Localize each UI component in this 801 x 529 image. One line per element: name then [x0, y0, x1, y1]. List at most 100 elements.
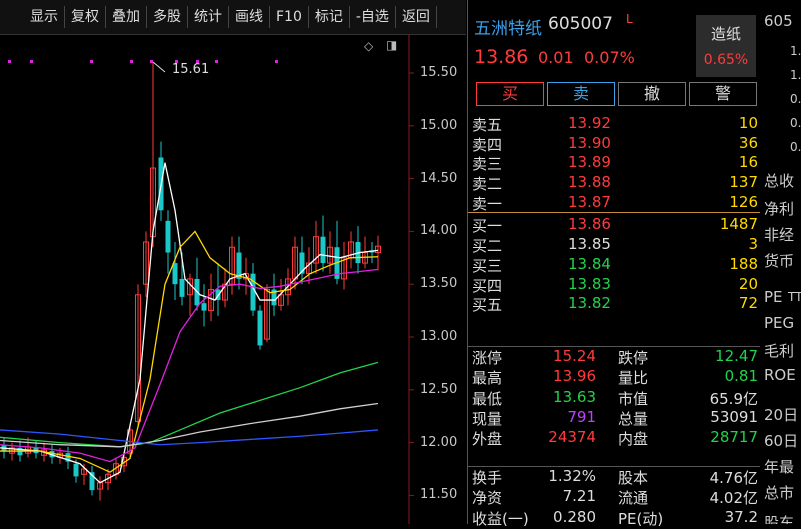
stat-label: 最高 — [472, 369, 503, 388]
extra-pe-suffix: TT — [788, 290, 801, 304]
candle-body — [172, 263, 178, 285]
extra-label: 20日 — [764, 406, 799, 424]
toolbar-btn-0[interactable]: 显示 — [24, 6, 65, 28]
toolbar-btn-6[interactable]: F10 — [270, 6, 309, 28]
stat-row: 换手 1.32% 股本 4.76亿 — [468, 467, 760, 487]
stat-label: 外盘 — [472, 430, 503, 449]
y-axis-label: 15.50 — [420, 65, 458, 80]
order-volume: 1487 — [719, 215, 758, 234]
order-price: 13.86 — [568, 215, 611, 234]
stat-value: 13.63 — [553, 387, 596, 406]
y-axis-label: 13.00 — [420, 329, 458, 344]
order-book-row[interactable]: 买三 13.84 188 — [468, 255, 760, 275]
stock-code: 605007 — [548, 14, 613, 34]
stat-value: 24374 — [548, 428, 596, 447]
order-book-row[interactable]: 卖五 13.92 10 — [468, 114, 760, 134]
panel-toggle-icon[interactable]: ◨ — [386, 38, 397, 52]
stat-label: 收益(一) — [472, 509, 529, 528]
signal-dot — [90, 60, 93, 63]
stat-value: 7.21 — [562, 487, 596, 506]
toolbar-btn-2[interactable]: 叠加 — [106, 6, 147, 28]
candle-body — [320, 236, 326, 264]
sell-button[interactable]: 卖 — [547, 82, 615, 106]
extra-label: 总市 — [764, 484, 795, 502]
extra-small-value: 0.9 — [790, 92, 801, 106]
candle-body — [257, 310, 263, 346]
stat-label: 市值 — [618, 389, 649, 408]
stat-value: 0.280 — [553, 507, 596, 526]
stat-value: 0.81 — [724, 367, 758, 386]
stock-name[interactable]: 五洲特纸 — [474, 14, 542, 39]
high-price-marker: 15.61 — [172, 62, 210, 77]
toolbar-btn-7[interactable]: 标记 — [309, 6, 350, 28]
extra-code: 605 — [764, 12, 793, 30]
stat-label: 内盘 — [618, 430, 649, 449]
quote-stats-2: 换手 1.32% 股本 4.76亿 净资 7.21 流通 4.02亿 收益(一) 0.280 PE(… — [468, 466, 760, 528]
order-level-label: 卖四 — [472, 135, 503, 154]
order-volume: 126 — [729, 192, 758, 211]
stat-row: 最低 13.63 市值 65.9亿 — [468, 388, 760, 408]
stat-value: 4.02亿 — [709, 489, 758, 508]
stat-value: 791 — [567, 407, 596, 426]
order-price: 13.83 — [568, 274, 611, 293]
order-book-row[interactable]: 买五 13.82 72 — [468, 294, 760, 314]
toolbar-btn-1[interactable]: 复权 — [65, 6, 106, 28]
current-price: 13.86 — [474, 46, 529, 68]
extra-label: PE — [764, 288, 783, 306]
order-book-row[interactable]: 卖一 13.87 126 — [468, 193, 760, 213]
order-volume: 20 — [738, 274, 758, 293]
order-book-row[interactable]: 买一 13.86 1487 — [468, 215, 760, 235]
order-book-row[interactable]: 买二 13.85 3 — [468, 235, 760, 255]
stat-label: 净资 — [472, 489, 503, 508]
order-level-label: 买三 — [472, 256, 503, 275]
order-level-label: 卖三 — [472, 155, 503, 174]
extra-label: 非经 — [764, 226, 795, 244]
stat-label: 总量 — [618, 409, 649, 428]
stat-row: 净资 7.21 流通 4.02亿 — [468, 487, 760, 507]
order-book-row[interactable]: 买四 13.83 20 — [468, 275, 760, 295]
diamond-icon[interactable]: ◇ — [364, 39, 373, 53]
signal-dot — [130, 60, 133, 63]
kline-canvas[interactable] — [0, 35, 466, 524]
stat-value: 53091 — [710, 407, 758, 426]
extra-small-value: 0.4 — [790, 116, 801, 130]
toolbar-btn-5[interactable]: 画线 — [229, 6, 270, 28]
order-book-row[interactable]: 卖二 13.88 137 — [468, 173, 760, 193]
kline-chart[interactable]: ◇ ◨ 15.61 15.50 15.00 14.50 14.00 13.50 13.00… — [0, 35, 466, 524]
order-level-label: 卖二 — [472, 175, 503, 194]
order-book-row[interactable]: 卖四 13.90 36 — [468, 134, 760, 154]
toolbar-btn-4[interactable]: 统计 — [188, 6, 229, 28]
stat-label: 最低 — [472, 389, 503, 408]
order-volume: 10 — [738, 114, 758, 132]
order-book-row[interactable]: 卖三 13.89 16 — [468, 153, 760, 173]
sector-box[interactable]: 造纸 0.65% — [696, 15, 756, 77]
signal-dot — [275, 60, 278, 63]
stat-value: 28717 — [710, 428, 758, 447]
finance-panel-partial: 605 1. 1. 0.9 0.4 0. 总收净利非经货币 PE PEG 毛利 ROE 20日 60日年… — [760, 0, 801, 524]
candle-body — [201, 303, 207, 311]
toolbar-btn-3[interactable]: 多股 — [147, 6, 188, 28]
extra-label: 股东 — [764, 514, 795, 524]
alert-button[interactable]: 警 — [689, 82, 757, 106]
extra-small-value: 0. — [790, 140, 801, 154]
stat-row: 外盘 24374 内盘 28717 — [468, 428, 760, 448]
buy-button[interactable]: 买 — [476, 82, 544, 106]
stat-label: 涨停 — [472, 349, 503, 367]
order-volume: 36 — [738, 133, 758, 152]
order-price: 13.89 — [568, 153, 611, 172]
order-price: 13.84 — [568, 254, 611, 273]
price-change-pct: 0.07% — [584, 48, 635, 67]
stat-value: 37.2 — [724, 507, 758, 526]
stat-label: 量比 — [618, 369, 649, 388]
signal-dot — [215, 60, 218, 63]
cancel-button[interactable]: 撤 — [618, 82, 686, 106]
order-level-label: 买二 — [472, 237, 503, 256]
stat-row: 现量 791 总量 53091 — [468, 408, 760, 428]
order-volume: 188 — [729, 254, 758, 273]
stat-row: 涨停 15.24 跌停 12.47 — [468, 347, 760, 367]
order-book: 卖五 13.92 10 卖四 13.90 36 卖三 13.89 16 卖二 13.88 137 卖一 1… — [468, 114, 760, 314]
toolbar-btn-9[interactable]: 返回 — [396, 6, 437, 28]
signal-dot — [30, 60, 33, 63]
toolbar-btn-8[interactable]: -自选 — [350, 6, 396, 28]
order-price: 13.92 — [568, 114, 611, 132]
